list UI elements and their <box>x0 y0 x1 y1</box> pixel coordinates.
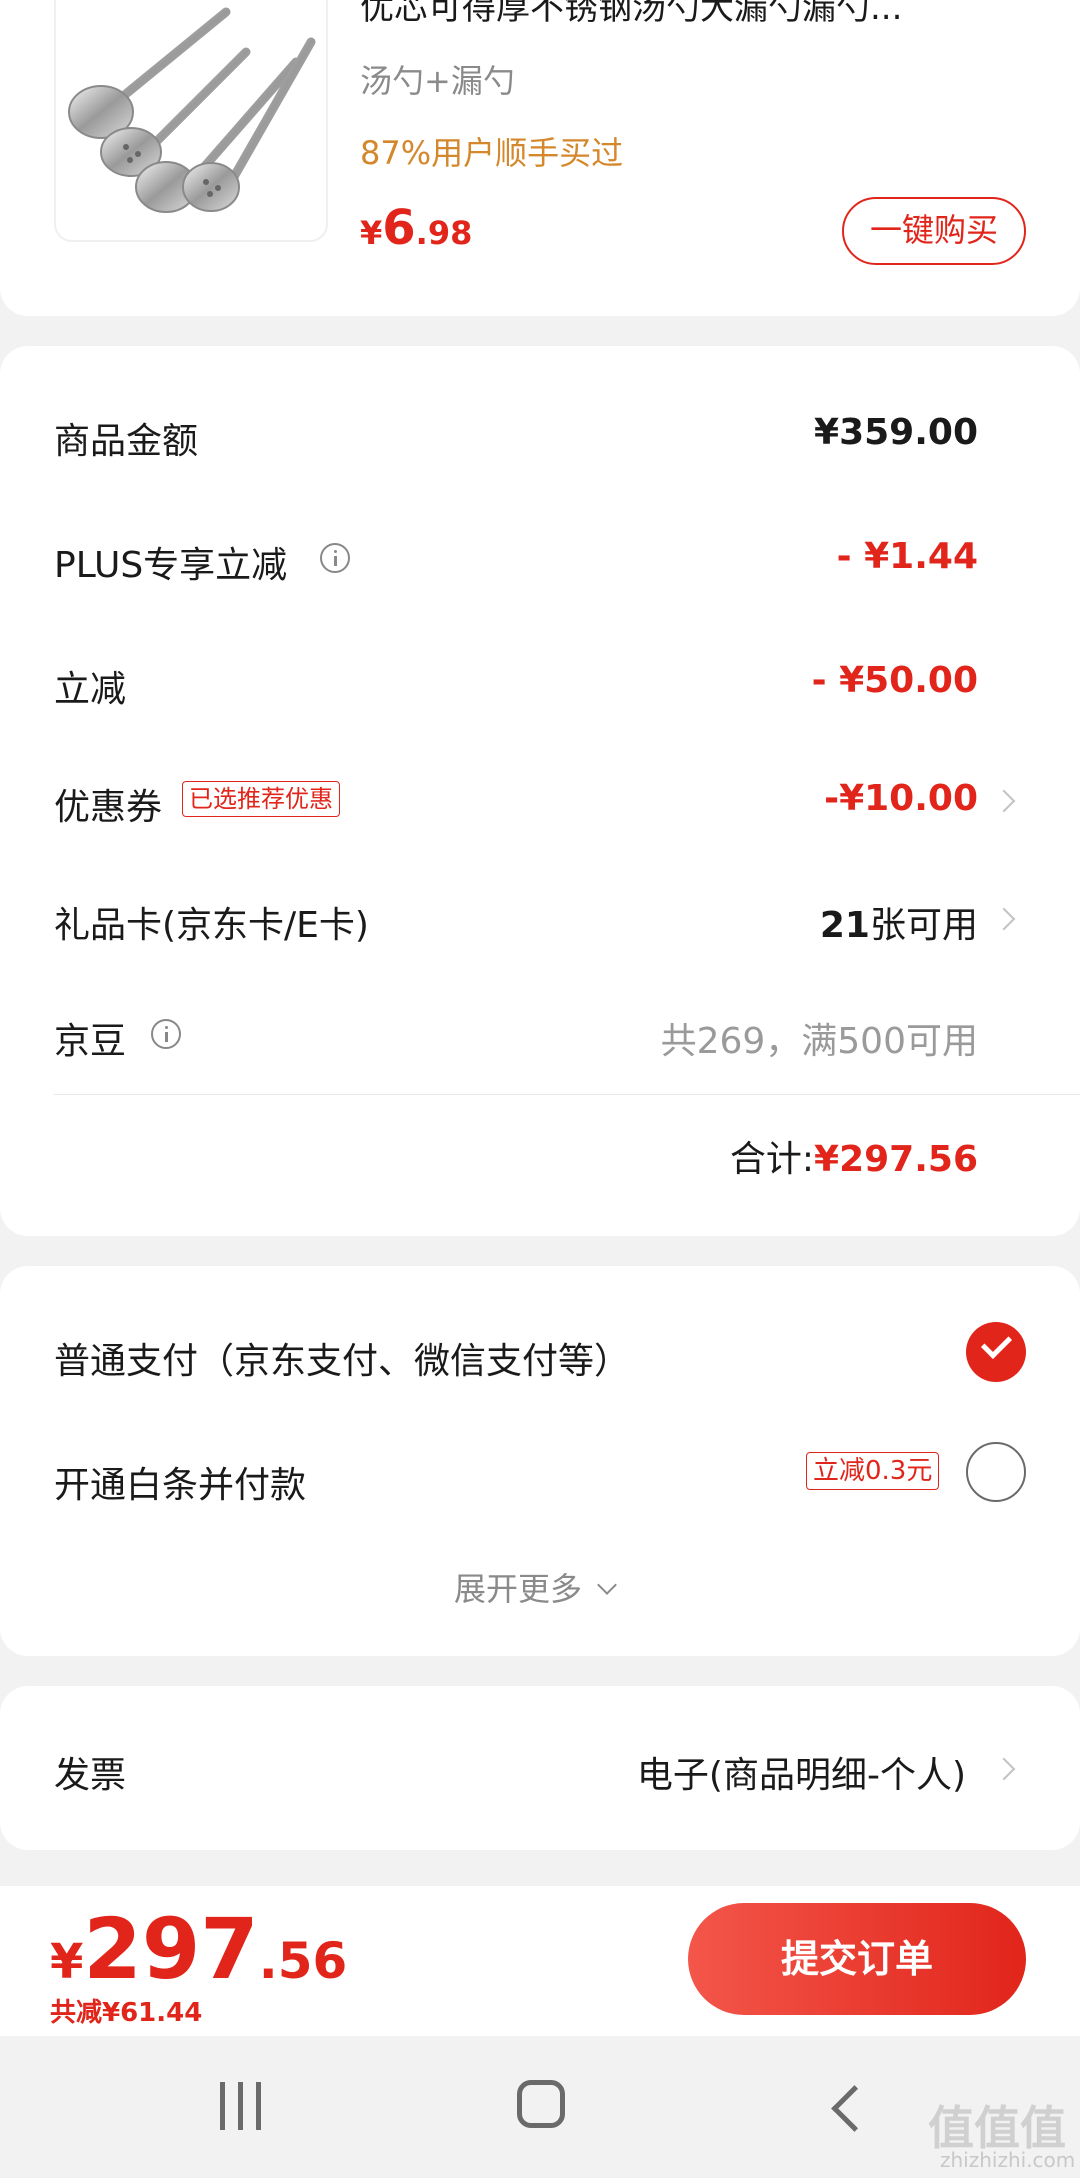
invoice-label: 发票 <box>54 1755 127 1796</box>
baitiao-payment-label[interactable]: 开通白条并付款 <box>54 1456 306 1508</box>
jingdou-value: 共269，满500可用 <box>660 1021 978 1062</box>
payment-card: 普通支付（京东支付、微信支付等） 开通白条并付款 立减0.3元 展开更多 <box>0 1266 1080 1656</box>
plus-discount-label: PLUS专享立减 <box>54 545 288 586</box>
total-row: 合计:¥297.56 <box>730 1130 978 1182</box>
invoice-chevron-icon[interactable] <box>992 1757 1016 1781</box>
giftcard-chevron-icon[interactable] <box>992 907 1016 931</box>
system-nav-bar: 值值值 zhizhizhi.com <box>0 2036 1080 2178</box>
price-symbol: ¥ <box>360 214 383 252</box>
back-icon[interactable] <box>831 2085 878 2132</box>
invoice-value[interactable]: 电子(商品明细-个人) <box>637 1746 966 1798</box>
total-value: ¥297.56 <box>814 1139 978 1180</box>
normal-payment-label[interactable]: 普通支付（京东支付、微信支付等） <box>54 1332 630 1384</box>
total-label: 合计: <box>729 1139 815 1180</box>
product-image[interactable] <box>54 0 328 242</box>
coupon-chevron-icon[interactable] <box>992 789 1016 813</box>
baitiao-discount-tag: 立减0.3元 <box>806 1452 940 1490</box>
plus-discount-value: - ¥1.44 <box>836 536 978 577</box>
product-buy-stat: 87%用户顺手买过 <box>360 134 624 172</box>
bottom-bar: ¥297.56 共减¥61.44 提交订单 <box>0 1886 1080 2036</box>
normal-payment-checked-icon[interactable] <box>966 1322 1026 1382</box>
submit-order-button[interactable]: 提交订单 <box>688 1903 1026 2015</box>
summary-divider <box>54 1094 1080 1095</box>
bottom-price-dec: .56 <box>258 1932 348 1990</box>
coupon-recommended-tag: 已选推荐优惠 <box>182 781 340 817</box>
product-title[interactable]: 优芯可得厚不锈钢汤勺大漏勺漏勺... <box>360 0 902 29</box>
expand-more-button[interactable]: 展开更多 <box>454 1564 618 1610</box>
giftcard-value[interactable]: 21张可用 <box>820 896 978 948</box>
bottom-price-int: 297 <box>83 1900 259 1998</box>
total-discount: 共减¥61.44 <box>50 1998 203 2028</box>
coupon-value[interactable]: -¥10.00 <box>824 778 978 819</box>
ladle-image-icon <box>68 7 316 213</box>
price-summary-card: 商品金额 ¥359.00 PLUS专享立减 - ¥1.44 立减 - ¥50.0… <box>0 346 1080 1236</box>
goods-amount-value: ¥359.00 <box>814 412 978 453</box>
watermark-url: zhizhizhi.com <box>940 2148 1076 2172</box>
invoice-card[interactable]: 发票 电子(商品明细-个人) <box>0 1686 1080 1850</box>
product-spec: 汤勺+漏勺 <box>360 62 515 100</box>
home-icon[interactable] <box>517 2080 565 2128</box>
baitiao-radio-icon[interactable] <box>966 1442 1026 1502</box>
coupon-label[interactable]: 优惠券 <box>54 778 162 830</box>
price-int: 6 <box>382 200 416 256</box>
chevron-down-icon <box>597 1575 618 1595</box>
giftcard-label[interactable]: 礼品卡(京东卡/E卡) <box>54 896 369 948</box>
instant-discount-value: - ¥50.00 <box>811 660 978 701</box>
giftcard-suffix: 张可用 <box>869 905 978 946</box>
goods-amount-label: 商品金额 <box>54 421 199 462</box>
plus-info-icon[interactable] <box>320 543 350 573</box>
product-price: ¥6.98 <box>360 200 472 256</box>
recent-apps-icon[interactable] <box>218 2082 264 2130</box>
jingdou-info-icon[interactable] <box>151 1019 181 1049</box>
giftcard-count: 21 <box>819 905 870 946</box>
one-click-buy-button[interactable]: 一键购买 <box>842 197 1026 265</box>
bottom-price-symbol: ¥ <box>50 1934 84 1990</box>
price-dec: .98 <box>415 214 473 252</box>
jingdou-label: 京豆 <box>54 1021 127 1062</box>
expand-more-label: 展开更多 <box>454 1570 583 1608</box>
instant-discount-label: 立减 <box>54 669 127 710</box>
bottom-price: ¥297.56 <box>50 1900 347 1998</box>
product-card: 优芯可得厚不锈钢汤勺大漏勺漏勺... 汤勺+漏勺 87%用户顺手买过 ¥6.98… <box>0 0 1080 316</box>
